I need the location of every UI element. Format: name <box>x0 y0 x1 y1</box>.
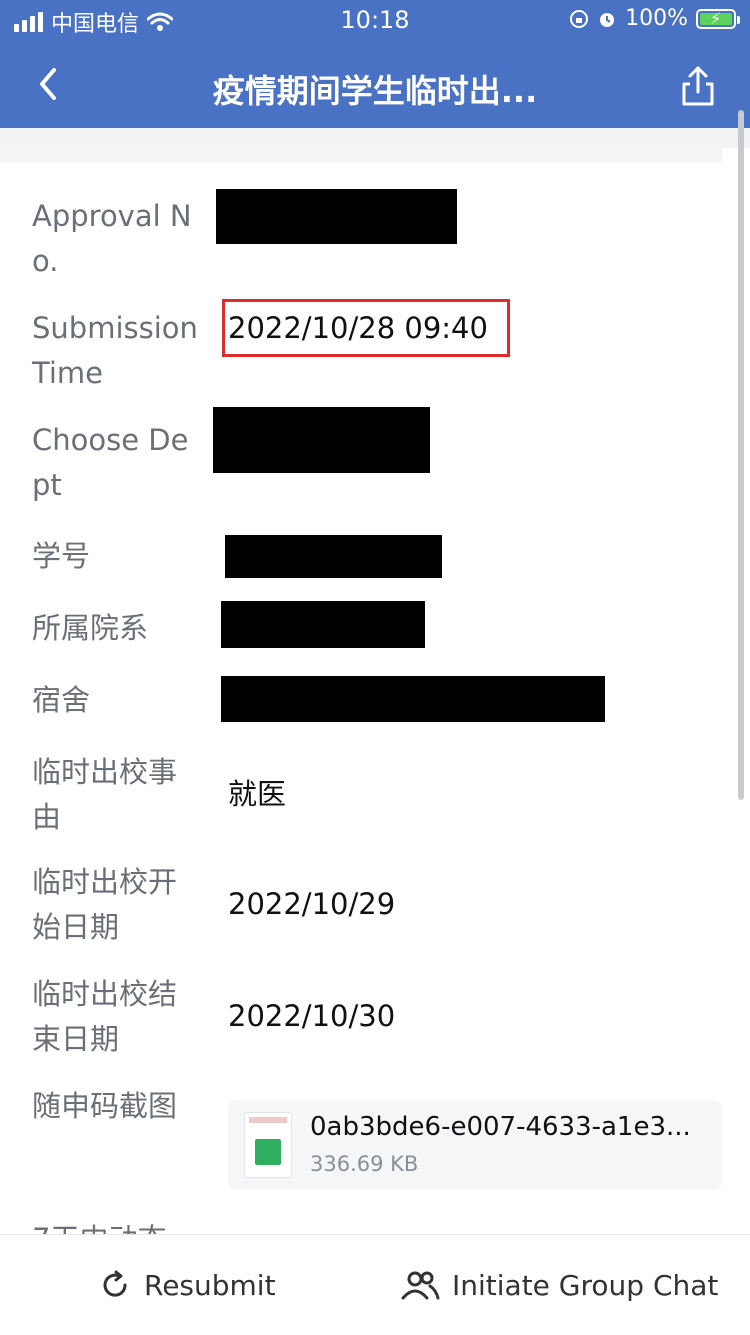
field-label-dorm: 宿舍 <box>32 683 91 717</box>
attachment-file-size: 336.69 KB <box>310 1152 419 1176</box>
battery-percent: 100% <box>625 6 688 31</box>
status-bar: 中国电信 10:18 100% ⚡ <box>0 0 750 40</box>
field-label-reason: 临时出校事由 <box>32 755 178 834</box>
resubmit-button[interactable]: Resubmit <box>98 1235 276 1335</box>
field-label-approval-no: Approval No. <box>32 199 192 278</box>
resubmit-label: Resubmit <box>144 1268 276 1302</box>
field-label-start-date: 临时出校开始日期 <box>32 865 178 944</box>
field-value-start-date: 2022/10/29 <box>228 887 396 921</box>
back-arrow-icon[interactable] <box>30 60 70 108</box>
page-title: 疫情期间学生临时出... <box>212 72 538 110</box>
field-label-student-id: 学号 <box>32 539 91 573</box>
section-divider <box>0 148 722 162</box>
app-header: 中国电信 10:18 100% ⚡ 疫情期间学生临时出... <box>0 0 750 128</box>
initiate-group-chat-button[interactable]: Initiate Group Chat <box>400 1235 718 1335</box>
group-chat-label: Initiate Group Chat <box>452 1268 719 1302</box>
field-value-end-date: 2022/10/30 <box>228 999 396 1033</box>
redacted-student-id <box>225 535 442 578</box>
redacted-dorm <box>221 676 605 722</box>
group-icon <box>401 1271 440 1300</box>
scrollbar[interactable] <box>738 110 744 800</box>
image-thumbnail-icon <box>244 1112 292 1178</box>
field-label-department: 所属院系 <box>32 611 149 645</box>
field-label-end-date: 临时出校结束日期 <box>32 977 178 1056</box>
field-label-health-code: 随申码截图 <box>32 1089 178 1123</box>
battery-icon: ⚡ <box>696 8 740 29</box>
orientation-lock-icon <box>570 9 589 28</box>
attachment-card[interactable]: 0ab3bde6-e007-4633-a1e3... 336.69 KB <box>228 1100 722 1190</box>
attachment-file-name: 0ab3bde6-e007-4633-a1e3... <box>310 1112 691 1142</box>
field-label-choose-dept: Choose Dept <box>32 423 189 502</box>
redacted-department <box>221 601 425 648</box>
alarm-icon <box>600 12 615 27</box>
section-divider <box>0 128 750 148</box>
bottom-action-bar: Resubmit Initiate Group Chat <box>0 1234 750 1335</box>
field-value-reason: 就医 <box>228 777 287 811</box>
share-icon[interactable] <box>676 62 720 110</box>
redacted-approval-no <box>216 189 457 244</box>
highlight-box <box>222 299 510 357</box>
field-label-submission-time: Submission Time <box>32 311 198 390</box>
redacted-dept <box>213 407 430 473</box>
refresh-icon <box>103 1270 127 1297</box>
navigation-bar: 疫情期间学生临时出... <box>0 40 750 128</box>
